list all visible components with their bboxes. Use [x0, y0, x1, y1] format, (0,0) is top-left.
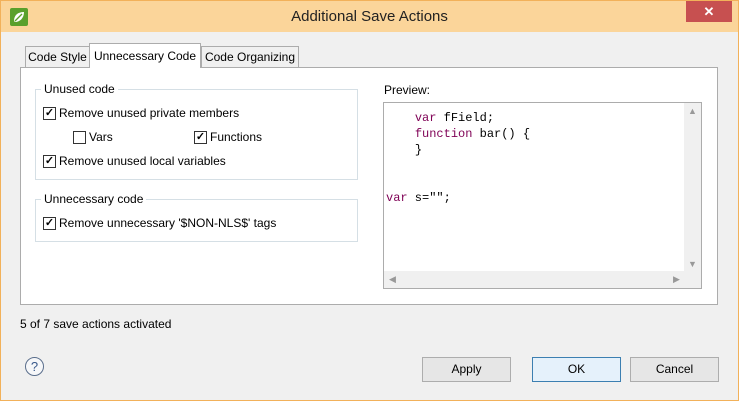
remove-private-members-checkbox[interactable]: ✓ Remove unused private members [43, 105, 239, 121]
check-icon: ✓ [195, 130, 206, 143]
code-text: } [414, 143, 423, 157]
remove-nls-tags-label: Remove unnecessary '$NON-NLS$' tags [59, 216, 277, 230]
check-icon: ✓ [44, 216, 55, 229]
keyword: function [414, 127, 473, 141]
close-button[interactable]: ✕ [686, 1, 732, 22]
code-line-3: } [386, 142, 530, 158]
functions-label: Functions [210, 130, 263, 144]
unused-code-group-title: Unused code [41, 82, 118, 96]
unnecessary-code-group-title: Unnecessary code [41, 192, 147, 206]
vars-checkbox[interactable]: Vars [73, 129, 113, 145]
checkbox-box[interactable]: ✓ [194, 130, 207, 144]
remove-private-members-label: Remove unused private members [59, 106, 240, 120]
apply-button[interactable]: Apply [422, 357, 511, 382]
code-line-1: var fField; [386, 110, 530, 126]
horizontal-scrollbar[interactable]: ◀ ▶ [384, 271, 685, 288]
keyword: var [386, 191, 408, 205]
code-line-4: var s=""; [386, 190, 530, 206]
tab-code-style[interactable]: Code Style [25, 46, 90, 67]
preview-box[interactable]: var fField; function bar() { } var s="";… [383, 102, 702, 289]
code-line-2: function bar() { [386, 126, 530, 142]
remove-nls-tags-checkbox[interactable]: ✓ Remove unnecessary '$NON-NLS$' tags [43, 215, 276, 231]
check-icon: ✓ [44, 154, 55, 167]
scroll-down-icon[interactable]: ▼ [684, 259, 701, 269]
scroll-right-icon[interactable]: ▶ [668, 274, 685, 285]
check-icon: ✓ [44, 106, 55, 119]
code-text: fField; [436, 111, 495, 125]
code-text: s=""; [407, 191, 451, 205]
checkbox-box[interactable]: ✓ [43, 154, 56, 168]
scroll-left-icon[interactable]: ◀ [384, 274, 401, 285]
keyword: var [414, 111, 437, 125]
dialog-window: Additional Save Actions ✕ Code Style Unn… [0, 0, 739, 401]
code-text: bar() { [472, 127, 531, 141]
tab-code-organizing[interactable]: Code Organizing [201, 46, 299, 67]
window-title: Additional Save Actions [291, 8, 448, 25]
tab-unnecessary-code[interactable]: Unnecessary Code [89, 43, 201, 68]
help-icon[interactable]: ? [25, 357, 44, 376]
ok-button[interactable]: OK [532, 357, 621, 382]
checkbox-box[interactable] [73, 130, 86, 144]
vertical-scrollbar[interactable]: ▲ ▼ [684, 103, 701, 272]
scrollbar-corner [684, 271, 701, 288]
vars-label: Vars [89, 130, 113, 144]
checkbox-box[interactable]: ✓ [43, 216, 56, 230]
cancel-button[interactable]: Cancel [630, 357, 719, 382]
functions-checkbox[interactable]: ✓ Functions [194, 129, 262, 145]
remove-local-variables-label: Remove unused local variables [59, 154, 226, 168]
scroll-up-icon[interactable]: ▲ [684, 106, 701, 116]
status-text: 5 of 7 save actions activated [20, 317, 172, 331]
checkbox-box[interactable]: ✓ [43, 106, 56, 120]
preview-code: var fField; function bar() { } var s=""; [386, 110, 530, 206]
remove-local-variables-checkbox[interactable]: ✓ Remove unused local variables [43, 153, 226, 169]
title-bar[interactable]: Additional Save Actions ✕ [1, 1, 738, 32]
preview-label: Preview: [384, 83, 431, 97]
